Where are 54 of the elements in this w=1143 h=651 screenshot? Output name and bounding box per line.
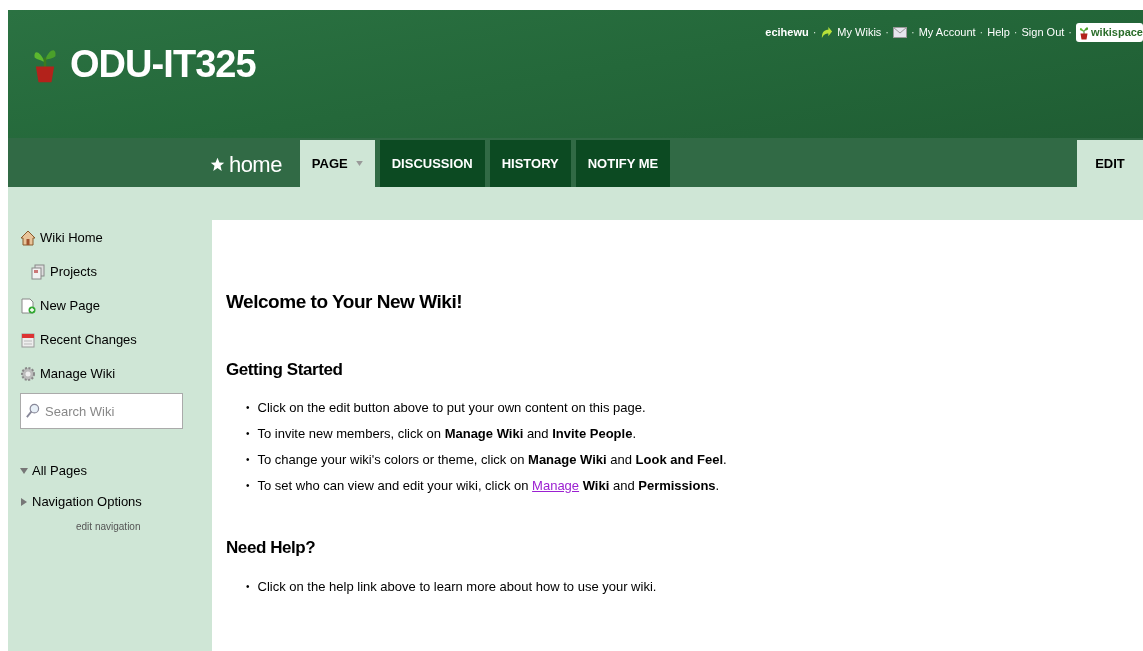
page-title: Welcome to Your New Wiki! (226, 290, 464, 314)
separator-dot: · (1013, 25, 1018, 40)
gear-icon (20, 366, 36, 382)
tree-link[interactable]: Navigation Options (32, 491, 142, 512)
search-icon (25, 403, 40, 418)
new-page-icon (20, 298, 36, 314)
bullet-text: To change your wiki's colors or theme, click on Manage Wiki and Look and Feel. (257, 451, 727, 469)
wikispaces-logo[interactable]: wikispace (1076, 23, 1143, 42)
my-wikis-link[interactable]: My Wikis (837, 24, 882, 41)
mail-icon[interactable] (893, 26, 908, 38)
calendar-icon (20, 332, 36, 348)
bullet-text: To invite new members, click on Manage Wiki and Invite People. (257, 425, 636, 443)
house-icon (20, 230, 36, 246)
bullet: • (246, 453, 250, 467)
account-link[interactable]: Help (987, 24, 1010, 41)
sidebar-link[interactable]: Manage Wiki (40, 364, 116, 384)
separator-dot: · (979, 25, 984, 40)
curved-arrow-icon (820, 25, 834, 39)
bullet-text: To set who can view and edit your wiki, click on Manage Wiki and Permissions. (257, 477, 720, 495)
separator-dot: · (1068, 25, 1072, 40)
sidebar-link[interactable]: Wiki Home (40, 228, 103, 248)
separator-dot: · (885, 25, 890, 40)
site-title[interactable]: ODU-IT325 (70, 45, 256, 83)
tree-link[interactable]: All Pages (32, 460, 87, 481)
sidebar-link[interactable]: New Page (40, 296, 100, 316)
account-link[interactable]: My Account (918, 24, 976, 41)
bullet-text: Click on the help link above to learn more about how to use your wiki. (257, 577, 657, 596)
separator-dot: · (812, 25, 817, 40)
nav-tab[interactable]: DISCUSSION (379, 140, 485, 187)
sidebar-link[interactable]: Recent Changes (40, 330, 137, 350)
star-icon (210, 156, 225, 172)
home-link[interactable]: home (229, 147, 282, 181)
section-heading: Need Help? (226, 537, 317, 559)
edit-navigation-link[interactable]: edit navigation (76, 519, 141, 534)
bullet: • (246, 427, 250, 441)
username[interactable]: ecihewu (765, 24, 809, 41)
expanded-triangle-icon[interactable] (20, 466, 28, 475)
collapsed-triangle-icon[interactable] (20, 497, 28, 506)
bullet: • (246, 579, 250, 594)
documents-icon (30, 264, 46, 280)
nav-tab[interactable]: PAGE (299, 140, 375, 187)
section-heading: Getting Started (226, 358, 344, 381)
bullet: • (246, 479, 250, 493)
manage-link[interactable]: Manage (532, 478, 580, 493)
caret-icon (355, 161, 363, 166)
nav-tab[interactable]: HISTORY (489, 140, 571, 187)
search-field[interactable]: Search Wiki (20, 393, 183, 429)
bullet-text: Click on the edit button above to put your own content on this page. (257, 399, 646, 417)
edit-button[interactable]: EDIT (1077, 140, 1143, 187)
sidebar-link[interactable]: Projects (50, 262, 97, 282)
separator-dot: · (911, 25, 915, 40)
bullet: • (246, 401, 250, 415)
nav-tab[interactable]: NOTIFY ME (575, 140, 671, 187)
account-link[interactable]: Sign Out (1021, 24, 1065, 41)
